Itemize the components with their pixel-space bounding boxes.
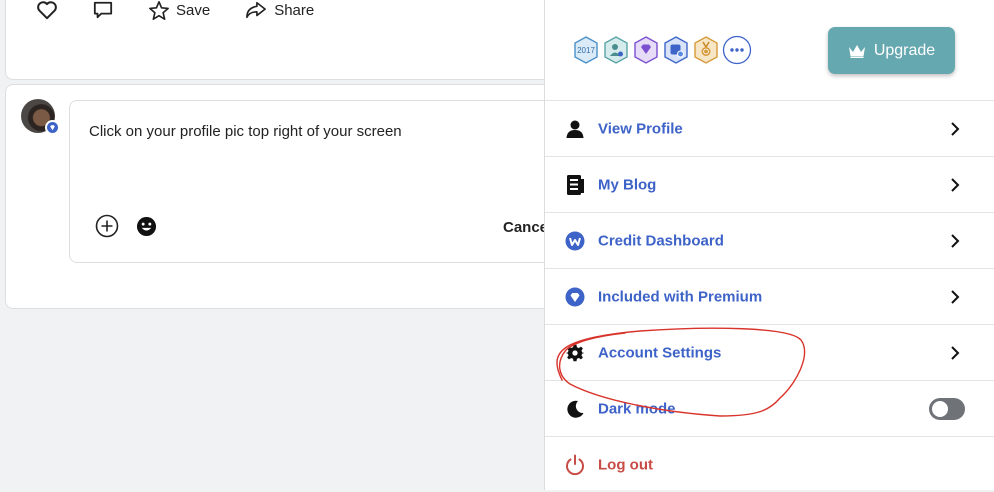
menu-item-log-out[interactable]: Log out: [545, 436, 994, 492]
more-badges-button[interactable]: [722, 35, 752, 65]
premium-badge-icon: [45, 120, 60, 135]
credit-icon: [564, 230, 586, 252]
comment-editor[interactable]: Click on your profile pic top right of y…: [69, 100, 589, 263]
gear-icon: [564, 342, 586, 364]
heart-icon: [36, 0, 58, 20]
cancel-button[interactable]: Cance: [503, 219, 548, 236]
member-badge-icon[interactable]: [602, 35, 630, 65]
post-card: Save Share: [5, 0, 565, 80]
year-2017-badge-icon[interactable]: 2017: [572, 35, 600, 65]
star-icon: [148, 0, 170, 21]
menu-item-my-blog[interactable]: My Blog: [545, 156, 994, 212]
menu-item-included-with-premium[interactable]: Included with Premium: [545, 268, 994, 324]
avatar[interactable]: [21, 99, 60, 135]
comment-button[interactable]: [92, 0, 114, 20]
chevron-right-icon: [950, 177, 960, 193]
menu-label: My Blog: [598, 176, 657, 193]
save-button[interactable]: Save: [148, 0, 210, 21]
chevron-right-icon: [950, 233, 960, 249]
badge-2017-text: 2017: [577, 46, 595, 55]
menu-label: Credit Dashboard: [598, 232, 724, 249]
menu-label: Account Settings: [598, 344, 722, 361]
toggle-knob: [932, 400, 948, 417]
verified-badge-icon[interactable]: [662, 35, 690, 65]
menu-item-dark-mode[interactable]: Dark mode: [545, 380, 994, 436]
menu-item-account-settings[interactable]: Account Settings: [545, 324, 994, 380]
medal-badge-icon[interactable]: [692, 35, 720, 65]
badge-row: 2017: [572, 35, 754, 65]
premium-diamond-badge-icon[interactable]: [632, 35, 660, 65]
add-attachment-button[interactable]: [95, 214, 119, 238]
upgrade-label: Upgrade: [873, 41, 936, 59]
save-label: Save: [176, 1, 211, 19]
like-button[interactable]: [36, 0, 58, 20]
comment-icon: [92, 0, 114, 20]
crown-icon: [848, 44, 866, 58]
chevron-right-icon: [950, 121, 960, 137]
chevron-right-icon: [950, 345, 960, 361]
share-button[interactable]: Share: [244, 0, 314, 20]
comment-card: Click on your profile pic top right of y…: [5, 84, 589, 309]
chevron-right-icon: [950, 289, 960, 305]
diamond-icon: [564, 286, 586, 308]
user-icon: [564, 118, 586, 140]
menu-label: Log out: [598, 456, 653, 473]
upgrade-button[interactable]: Upgrade: [828, 27, 955, 74]
menu-label: Dark mode: [598, 400, 676, 417]
menu-label: View Profile: [598, 120, 683, 137]
post-actions: Save Share: [36, 0, 348, 21]
menu-item-view-profile[interactable]: View Profile: [545, 100, 994, 156]
share-icon: [244, 0, 268, 20]
emoji-button[interactable]: [136, 216, 157, 237]
power-icon: [564, 454, 586, 476]
menu-item-credit-dashboard[interactable]: Credit Dashboard: [545, 212, 994, 268]
share-label: Share: [274, 1, 315, 19]
moon-icon: [564, 398, 586, 420]
dark-mode-toggle[interactable]: [929, 397, 965, 420]
profile-menu: 2017 Upgrade View Profile My Blog Credit…: [544, 0, 994, 490]
blog-icon: [564, 174, 586, 196]
comment-text[interactable]: Click on your profile pic top right of y…: [89, 123, 402, 140]
menu-label: Included with Premium: [598, 288, 763, 305]
